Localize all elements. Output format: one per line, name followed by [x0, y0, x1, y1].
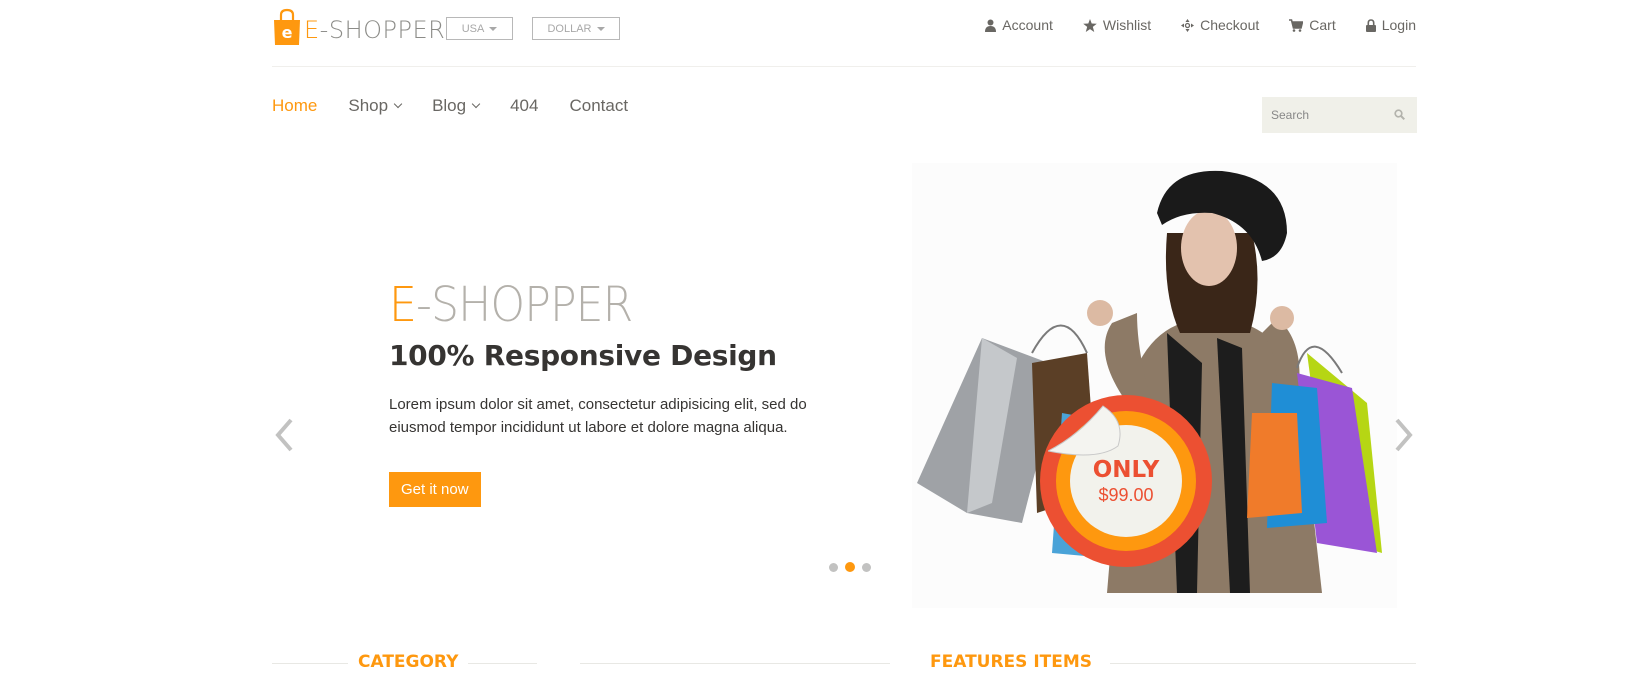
shopping-bag-logo-icon: e — [272, 8, 302, 46]
nav-contact[interactable]: Contact — [569, 96, 628, 116]
checkout-link[interactable]: Checkout — [1181, 17, 1259, 33]
currency-value: DOLLAR — [547, 22, 592, 35]
logo-letter: e — [282, 23, 293, 42]
search-box — [1262, 97, 1417, 133]
category-heading: CATEGORY — [348, 652, 469, 672]
chevron-left-icon — [275, 418, 293, 452]
logo-wordmark: E-SHOPPER — [304, 16, 446, 44]
account-link[interactable]: Account — [985, 17, 1053, 33]
features-heading-rule-right — [1110, 663, 1416, 664]
main-nav: Home Shop Blog 404 Contact — [272, 96, 659, 116]
price-badge-label: ONLY — [1092, 456, 1160, 483]
crosshair-icon — [1181, 18, 1195, 32]
features-items-heading: FEATURES ITEMS — [920, 652, 1103, 672]
features-heading-rule-left — [580, 663, 890, 664]
currency-dropdown[interactable]: DOLLAR — [532, 17, 620, 40]
nav-shop[interactable]: Shop — [348, 96, 403, 116]
hero-slider: E-SHOPPER 100% Responsive Design Lorem i… — [272, 160, 1416, 610]
country-dropdown[interactable]: USA — [446, 17, 513, 40]
nav-404[interactable]: 404 — [510, 96, 538, 116]
price-badge-value: $99.00 — [1098, 484, 1154, 505]
slide-description: Lorem ipsum dolor sit amet, consectetur … — [389, 396, 807, 436]
get-it-now-button[interactable]: Get it now — [389, 472, 481, 507]
price-badge: ONLY $99.00 — [1040, 395, 1212, 567]
sticker-peel-icon — [1048, 405, 1121, 456]
header-divider — [272, 66, 1416, 67]
slide-brand: E-SHOPPER — [389, 277, 633, 333]
slide-headline: 100% Responsive Design — [389, 339, 777, 372]
slider-dot-2-active[interactable] — [845, 562, 855, 572]
chevron-down-icon — [471, 99, 481, 109]
chevron-down-icon — [393, 99, 403, 109]
country-value: USA — [461, 22, 485, 35]
user-icon — [985, 19, 997, 32]
lock-icon — [1365, 18, 1376, 32]
wishlist-link[interactable]: Wishlist — [1083, 17, 1151, 33]
slider-dot-1[interactable] — [829, 562, 838, 572]
logo[interactable]: e E-SHOPPER — [272, 8, 445, 46]
slider-prev-button[interactable] — [272, 415, 296, 455]
slider-dot-3[interactable] — [862, 562, 871, 572]
chevron-right-icon — [1395, 418, 1413, 452]
account-nav: Account Wishlist Checkout Cart Login — [955, 17, 1416, 33]
login-link[interactable]: Login — [1365, 17, 1416, 33]
search-icon[interactable] — [1394, 109, 1405, 120]
nav-blog[interactable]: Blog — [432, 96, 481, 116]
slide-caption: E-SHOPPER 100% Responsive Design Lorem i… — [389, 277, 859, 507]
cart-link[interactable]: Cart — [1289, 17, 1336, 33]
nav-home[interactable]: Home — [272, 96, 317, 116]
cart-icon — [1289, 18, 1304, 32]
search-input[interactable] — [1262, 108, 1382, 122]
caret-down-icon — [489, 26, 498, 31]
star-icon — [1083, 18, 1097, 32]
slider-next-button[interactable] — [1392, 415, 1416, 455]
header-top: e E-SHOPPER USA DOLLAR Account Wishlist … — [0, 0, 1626, 68]
slider-indicators — [829, 562, 871, 572]
caret-down-icon — [596, 26, 605, 31]
